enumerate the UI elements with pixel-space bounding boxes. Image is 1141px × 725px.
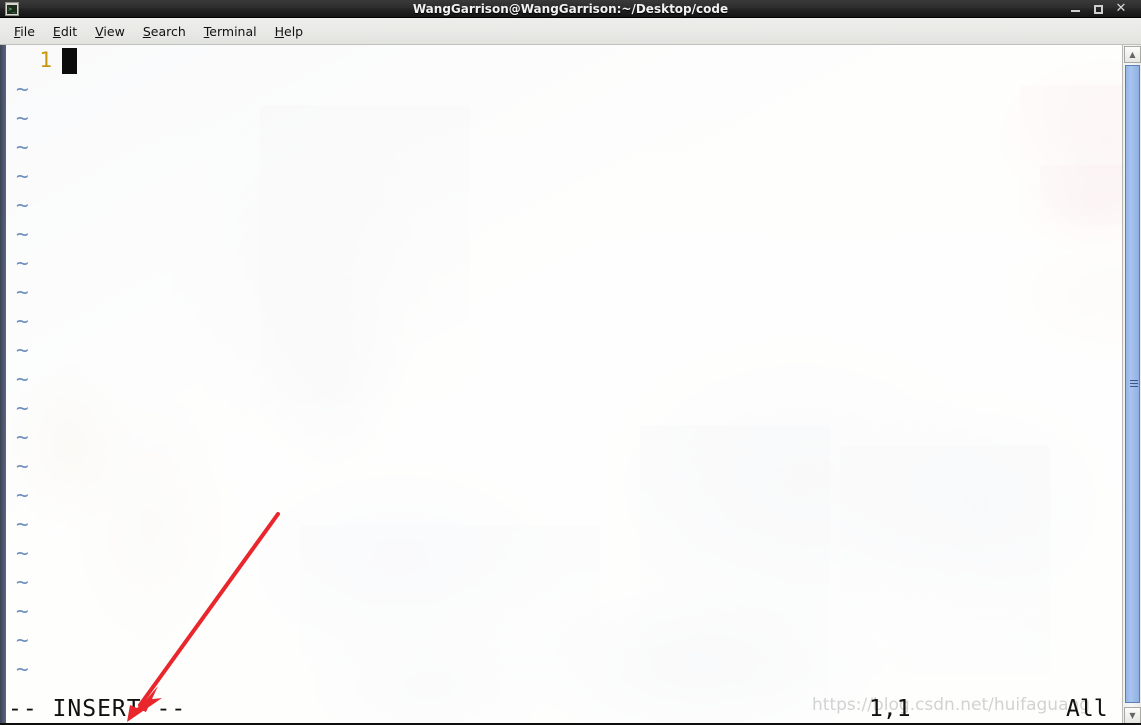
scroll-down-button[interactable]: ▼: [1124, 707, 1141, 724]
menu-label: elp: [284, 23, 304, 39]
empty-line-marker: ~: [16, 425, 29, 449]
menu-label: iew: [103, 23, 125, 39]
empty-line-marker: ~: [16, 541, 29, 565]
line-number: 1: [39, 48, 52, 72]
empty-line-marker: ~: [16, 309, 29, 333]
empty-line-marker: ~: [16, 106, 29, 130]
empty-line-marker: ~: [16, 512, 29, 536]
status-cursor-position: 1,1: [869, 696, 911, 722]
scroll-up-button[interactable]: ▲: [1124, 46, 1141, 63]
empty-line-marker: ~: [16, 135, 29, 159]
vim-buffer[interactable]: 1 ~ ~ ~ ~ ~ ~ ~ ~ ~ ~ ~ ~ ~ ~ ~ ~ ~ ~ ~ ~ ~: [0, 45, 1122, 725]
menu-accel: E: [52, 23, 61, 39]
empty-line-marker: ~: [16, 657, 29, 681]
empty-line-markers: ~ ~ ~ ~ ~ ~ ~ ~ ~ ~ ~ ~ ~ ~ ~ ~ ~ ~ ~ ~ ~: [0, 75, 60, 684]
menu-label: erminal: [209, 23, 257, 39]
menu-item-search[interactable]: Search: [139, 21, 195, 42]
buffer-line-1: 1: [0, 46, 77, 75]
titlebar[interactable]: >_ WangGarrison@WangGarrison:~/Desktop/c…: [0, 0, 1141, 18]
vertical-scrollbar[interactable]: ▲ ▼: [1122, 45, 1141, 725]
empty-line-marker: ~: [16, 164, 29, 188]
menu-item-terminal[interactable]: Terminal: [200, 21, 266, 42]
triangle-up-icon: ▲: [1129, 50, 1136, 59]
empty-line-marker: ~: [16, 222, 29, 246]
window-title: WangGarrison@WangGarrison:~/Desktop/code: [412, 1, 729, 16]
menu-item-view[interactable]: View: [91, 21, 134, 42]
menu-item-edit[interactable]: Edit: [49, 21, 86, 42]
empty-line-marker: ~: [16, 280, 29, 304]
terminal-body[interactable]: 1 ~ ~ ~ ~ ~ ~ ~ ~ ~ ~ ~ ~ ~ ~ ~ ~ ~ ~ ~ ~ ~ https://blog.csd…: [0, 45, 1141, 725]
menu-accel: S: [142, 23, 151, 39]
menu-label: ile: [20, 23, 35, 39]
menu-label: earch: [150, 23, 186, 39]
menu-item-file[interactable]: File: [10, 21, 44, 42]
scrollbar-thumb[interactable]: [1125, 65, 1140, 703]
minimize-button[interactable]: [1065, 0, 1085, 18]
close-icon: ✕: [1115, 1, 1127, 16]
close-button[interactable]: ✕: [1111, 0, 1131, 18]
menu-accel: H: [274, 23, 285, 39]
empty-line-marker: ~: [16, 628, 29, 652]
triangle-down-icon: ▼: [1129, 711, 1136, 720]
empty-line-marker: ~: [16, 77, 29, 101]
menu-label: dit: [60, 23, 78, 39]
vim-status-line: -- INSERT -- 1,1 All: [0, 692, 1122, 725]
terminal-window: >_ WangGarrison@WangGarrison:~/Desktop/c…: [0, 0, 1141, 725]
terminal-icon: >_: [5, 2, 19, 16]
menubar: File Edit View Search Terminal Help: [0, 18, 1141, 45]
scrollbar-grip-icon: [1130, 380, 1138, 388]
menu-item-help[interactable]: Help: [271, 21, 313, 42]
empty-line-marker: ~: [16, 599, 29, 623]
empty-line-marker: ~: [16, 193, 29, 217]
empty-line-marker: ~: [16, 338, 29, 362]
empty-line-marker: ~: [16, 396, 29, 420]
empty-line-marker: ~: [16, 454, 29, 478]
empty-line-marker: ~: [16, 570, 29, 594]
maximize-button[interactable]: [1088, 0, 1108, 18]
empty-line-marker: ~: [16, 251, 29, 275]
status-scroll-percent: All: [1066, 696, 1108, 722]
text-cursor: [62, 47, 77, 74]
status-mode-indicator: -- INSERT --: [8, 696, 187, 722]
empty-line-marker: ~: [16, 483, 29, 507]
empty-line-marker: ~: [16, 367, 29, 391]
